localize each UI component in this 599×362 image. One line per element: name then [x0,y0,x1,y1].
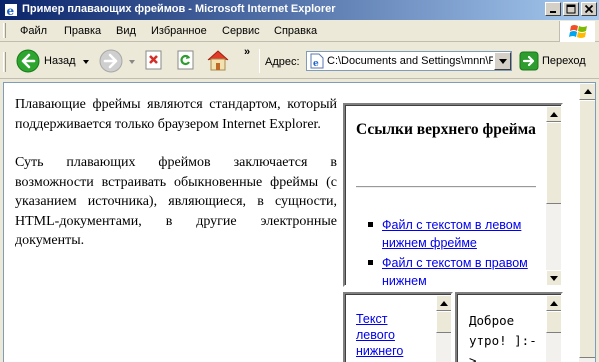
chevron-up-icon [550,301,558,306]
scroll-thumb[interactable] [546,311,561,333]
ie-icon: e [5,4,17,17]
home-button[interactable] [206,48,232,72]
list-item: Файл с текстом в правом нижнем [368,254,552,285]
minimize-icon [550,11,556,13]
menu-help[interactable]: Справка [274,25,317,37]
back-button[interactable]: Назад [12,48,94,74]
svg-text:e: e [313,59,319,69]
scroll-thumb[interactable] [579,100,595,358]
top-frame: Ссылки верхнего фрейма Файл с текстом в … [343,103,563,287]
minimize-button[interactable] [545,2,561,16]
page-icon: e [310,53,324,69]
back-label: Назад [44,55,76,67]
stop-icon [145,50,162,70]
address-bar[interactable]: e C:\Documents and Settings\mnn\Ра [306,51,512,71]
menu-bar: Файл Правка Вид Избранное Сервис Справка [0,20,599,42]
menu-file[interactable]: Файл [20,25,47,37]
toolbar-separator [259,49,260,73]
paragraph: Суть плавающих фреймов заключается в воз… [15,155,337,248]
address-input[interactable]: C:\Documents and Settings\mnn\Ра [327,55,493,67]
window-controls [543,2,597,18]
chevron-down-icon [83,60,89,64]
toolbar-overflow[interactable]: » [244,46,250,58]
forward-button[interactable] [97,48,137,74]
menu-grip [3,23,6,38]
address-label: Адрес: [265,56,300,68]
bottom-left-frame-content: Текст левого нижнего [346,295,451,362]
windows-logo [559,21,595,42]
toolbar-grip [3,52,6,72]
scroll-up-button[interactable] [579,83,595,100]
bottom-right-frame-content: Доброе утро! ]:-> [458,295,561,362]
top-frame-heading: Ссылки верхнего фрейма [356,121,536,138]
scroll-thumb[interactable] [436,311,451,333]
bottom-right-frame-scrollbar[interactable] [546,295,561,362]
title-bar: e Пример плавающих фреймов - Microsoft I… [0,0,599,20]
chevron-up-icon [550,112,558,117]
paragraph: Плавающие фреймы являются стандартом, ко… [15,97,337,132]
go-arrow-icon [519,51,539,71]
refresh-button[interactable] [176,50,198,72]
right-frame-text: Доброе утро! ]:-> [469,313,537,362]
chevron-up-icon [584,89,592,94]
maximize-icon [566,4,576,14]
page-viewport: Плавающие фреймы являются стандартом, ко… [3,82,596,362]
bottom-left-frame: Текст левого нижнего [343,292,453,362]
top-frame-content: Ссылки верхнего фрейма Файл с текстом в … [346,106,561,285]
top-frame-links: Файл с текстом в левом нижнем фрейме Фай… [368,216,552,285]
main-content: Плавающие фреймы являются стандартом, ко… [15,95,337,270]
svg-text:e: e [7,4,15,17]
chevron-down-icon [499,59,507,64]
bullet [368,260,373,265]
menu-view[interactable]: Вид [116,25,136,37]
link-left-frame-file[interactable]: Файл с текстом в левом нижнем фрейме [382,218,521,250]
chevron-down-icon [129,60,135,64]
left-frame-link[interactable]: Текст левого нижнего [356,311,416,359]
windows-logo-icon [569,25,587,38]
menu-edit[interactable]: Правка [64,25,101,37]
scroll-up-button[interactable] [436,295,451,311]
home-icon [207,50,229,71]
go-label: Переход [542,55,586,67]
page-scrollbar[interactable] [579,83,595,362]
menu-favorites[interactable]: Избранное [151,25,207,37]
chevron-up-icon [440,301,448,306]
window-title: Пример плавающих фреймов - Microsoft Int… [22,3,336,15]
toolbar: Назад » Адрес: e C:\Documents and Settin… [0,43,599,79]
scroll-down-button[interactable] [546,270,561,285]
link-right-frame-file[interactable]: Файл с текстом в правом нижнем [382,256,528,285]
divider [356,186,536,188]
close-button[interactable] [581,2,597,16]
scroll-thumb[interactable] [546,122,561,204]
bottom-right-frame: Доброе утро! ]:-> [455,292,563,362]
scroll-up-button[interactable] [546,106,561,122]
bottom-left-frame-scrollbar[interactable] [436,295,451,362]
scroll-up-button[interactable] [546,295,561,311]
close-icon [584,4,594,14]
forward-arrow-icon [99,49,123,73]
back-arrow-icon [16,49,40,73]
refresh-icon [177,50,194,70]
menu-tools[interactable]: Сервис [222,25,260,37]
address-dropdown-button[interactable] [494,52,511,70]
chevron-down-icon [550,276,558,281]
maximize-button[interactable] [563,2,579,16]
go-button[interactable]: Переход [517,50,597,72]
list-item: Файл с текстом в левом нижнем фрейме [368,216,552,252]
bullet [368,222,373,227]
top-frame-scrollbar[interactable] [546,106,561,285]
stop-button[interactable] [144,50,166,72]
